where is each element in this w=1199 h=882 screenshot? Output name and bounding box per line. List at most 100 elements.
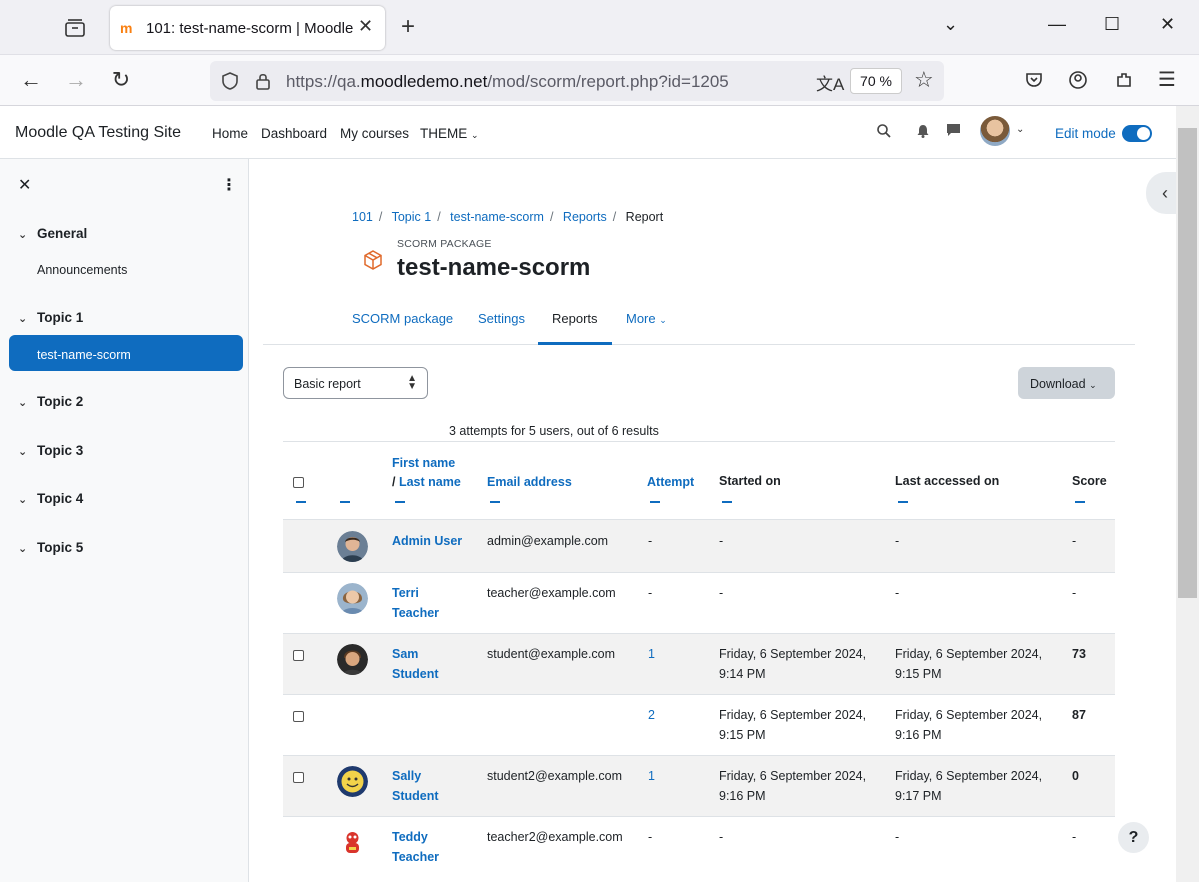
- bookmark-star-icon[interactable]: ☆: [914, 67, 934, 93]
- close-window-icon[interactable]: ✕: [1160, 14, 1175, 35]
- pocket-icon[interactable]: [1024, 70, 1044, 90]
- edit-mode-toggle[interactable]: [1122, 125, 1152, 142]
- sidebar-section-topic-5[interactable]: ⌄ Topic 5: [18, 540, 83, 555]
- sidebar-section-general[interactable]: ⌄ General: [18, 226, 87, 241]
- started-time: 9:16 PM: [719, 789, 766, 803]
- kebab-menu-icon[interactable]: ⋮: [221, 175, 237, 195]
- page-scrollbar[interactable]: [1176, 106, 1199, 882]
- account-icon[interactable]: [1068, 70, 1088, 90]
- user-last-name-link[interactable]: Teacher: [392, 847, 439, 867]
- user-first-name-link[interactable]: Sally: [392, 766, 421, 786]
- back-icon[interactable]: ←: [18, 67, 44, 93]
- select-all-checkbox[interactable]: [293, 477, 304, 488]
- avatar: [337, 766, 368, 797]
- activity-type: SCORM PACKAGE: [397, 238, 492, 250]
- url-bar[interactable]: https://qa.moodledemo.net/mod/scorm/repo…: [210, 61, 944, 101]
- zoom-level[interactable]: 70 %: [850, 68, 902, 94]
- help-button[interactable]: ?: [1118, 822, 1149, 853]
- header-score[interactable]: Score: [1072, 472, 1107, 491]
- tab-scorm-package[interactable]: SCORM package: [352, 311, 453, 326]
- hide-column-icon[interactable]: [340, 501, 350, 503]
- row-select-checkbox[interactable]: [293, 711, 304, 722]
- accessed-time: 9:15 PM: [895, 667, 942, 681]
- header-first-name[interactable]: First name: [392, 454, 455, 473]
- shield-icon[interactable]: [220, 71, 240, 91]
- sidebar-item-announcements[interactable]: Announcements: [37, 263, 127, 277]
- hide-column-icon[interactable]: [296, 501, 306, 503]
- header-last-accessed[interactable]: Last accessed on: [895, 472, 999, 491]
- breadcrumb-course[interactable]: 101: [352, 210, 373, 224]
- started-time: 9:15 PM: [719, 728, 766, 742]
- hide-column-icon[interactable]: [395, 501, 405, 503]
- tab-list-chevron-icon[interactable]: ⌄: [943, 14, 958, 35]
- tab-settings[interactable]: Settings: [478, 311, 525, 326]
- nav-home[interactable]: Home: [212, 126, 248, 141]
- hide-column-icon[interactable]: [1075, 501, 1085, 503]
- breadcrumb-activity[interactable]: test-name-scorm: [450, 210, 544, 224]
- sidebar-section-topic-4[interactable]: ⌄ Topic 4: [18, 491, 83, 506]
- url-text[interactable]: https://qa.moodledemo.net/mod/scorm/repo…: [286, 72, 729, 92]
- breadcrumb: 101/ Topic 1/ test-name-scorm / Reports / …: [352, 210, 664, 224]
- user-first-name-link[interactable]: Teddy: [392, 827, 428, 847]
- attempt-link[interactable]: 1: [648, 766, 655, 786]
- user-last-name-link[interactable]: Teacher: [392, 603, 439, 623]
- user-last-name-link[interactable]: Student: [392, 786, 439, 806]
- minimize-icon[interactable]: —: [1048, 14, 1066, 35]
- user-first-name-link[interactable]: Sam: [392, 644, 418, 664]
- extensions-icon[interactable]: [1114, 70, 1134, 90]
- sidebar-section-topic-1[interactable]: ⌄ Topic 1: [18, 310, 83, 325]
- sidebar-item-test-name-scorm[interactable]: test-name-scorm: [9, 335, 243, 371]
- user-last-name-link[interactable]: Student: [392, 664, 439, 684]
- chevron-down-icon: ⌄: [18, 397, 28, 409]
- close-drawer-icon[interactable]: ✕: [18, 175, 31, 195]
- row-select-checkbox[interactable]: [293, 650, 304, 661]
- hide-column-icon[interactable]: [722, 501, 732, 503]
- report-type-select[interactable]: Basic report ▲ ▼: [283, 367, 428, 399]
- nav-theme[interactable]: THEME ⌄: [420, 126, 479, 141]
- search-icon[interactable]: [876, 123, 892, 139]
- hide-column-icon[interactable]: [898, 501, 908, 503]
- breadcrumb-topic[interactable]: Topic 1: [392, 210, 432, 224]
- close-tab-icon[interactable]: ✕: [358, 16, 373, 37]
- header-attempt[interactable]: Attempt: [647, 473, 694, 492]
- header-last-name[interactable]: / Last name: [392, 473, 461, 492]
- user-name-link[interactable]: Admin User: [392, 531, 462, 551]
- attempt-link[interactable]: 1: [648, 644, 655, 664]
- header-started-on[interactable]: Started on: [719, 472, 781, 491]
- tab-more[interactable]: More ⌄: [626, 311, 667, 326]
- scrollbar-thumb[interactable]: [1178, 128, 1197, 598]
- chevron-down-icon: ⌄: [18, 494, 28, 506]
- row-select-checkbox[interactable]: [293, 772, 304, 783]
- nav-dashboard[interactable]: Dashboard: [261, 126, 327, 141]
- breadcrumb-reports[interactable]: Reports: [563, 210, 607, 224]
- sidebar-section-topic-3[interactable]: ⌄ Topic 3: [18, 443, 83, 458]
- site-name[interactable]: Moodle QA Testing Site: [15, 124, 181, 142]
- started-time: 9:14 PM: [719, 667, 766, 681]
- user-menu-chevron-icon[interactable]: ⌄: [1016, 124, 1024, 135]
- reload-icon[interactable]: ↻: [108, 67, 134, 93]
- user-avatar[interactable]: [980, 116, 1010, 146]
- messages-icon[interactable]: [946, 123, 961, 138]
- translate-icon[interactable]: 文A: [816, 70, 844, 95]
- edit-mode-label[interactable]: Edit mode: [1055, 126, 1116, 141]
- tab-manager-icon[interactable]: [62, 15, 88, 41]
- hide-column-icon[interactable]: [490, 501, 500, 503]
- new-tab-icon[interactable]: +: [401, 13, 415, 41]
- tab-reports[interactable]: Reports: [552, 311, 598, 326]
- accessed-time: 9:16 PM: [895, 728, 942, 742]
- notifications-bell-icon[interactable]: [916, 123, 930, 139]
- hide-column-icon[interactable]: [650, 501, 660, 503]
- browser-tab[interactable]: m 101: test-name-scorm | Moodle ✕: [110, 6, 385, 50]
- lock-icon[interactable]: [254, 71, 272, 91]
- nav-my-courses[interactable]: My courses: [340, 126, 409, 141]
- chevron-down-icon: ⌄: [18, 313, 28, 325]
- user-first-name-link[interactable]: Terri: [392, 583, 419, 603]
- accessed-cell: -: [895, 830, 900, 844]
- sidebar-section-topic-2[interactable]: ⌄ Topic 2: [18, 394, 83, 409]
- menu-icon[interactable]: ☰: [1158, 67, 1176, 92]
- maximize-icon[interactable]: ☐: [1104, 14, 1120, 35]
- download-button[interactable]: Download ⌄: [1018, 367, 1115, 399]
- header-email[interactable]: Email address: [487, 473, 572, 492]
- forward-icon[interactable]: →: [63, 67, 89, 93]
- attempt-link[interactable]: 2: [648, 705, 655, 725]
